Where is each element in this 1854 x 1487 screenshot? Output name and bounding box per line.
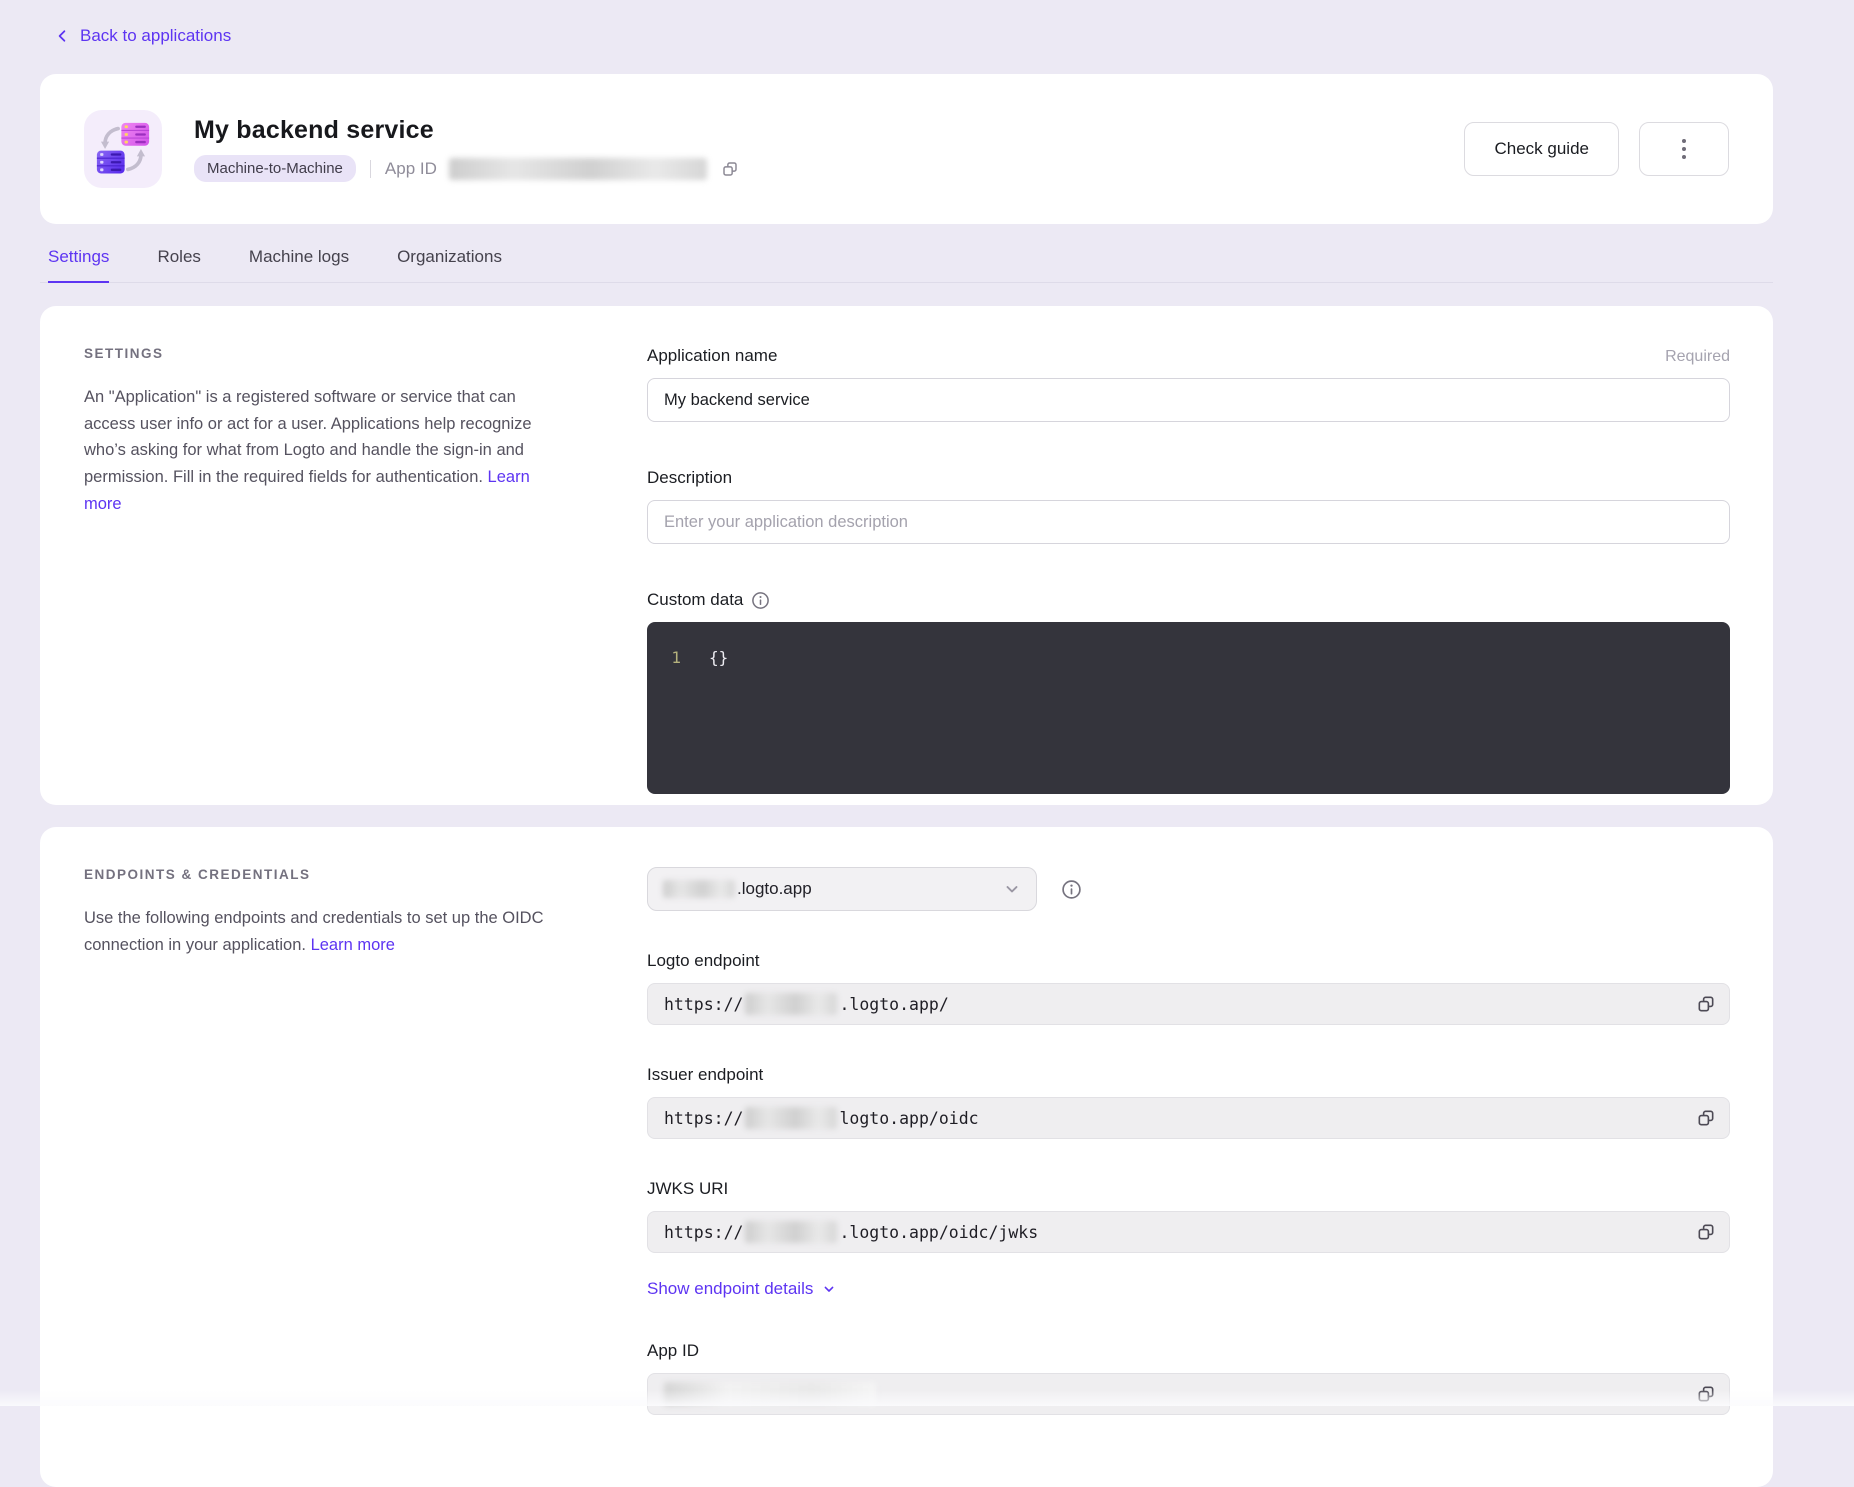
tab-organizations[interactable]: Organizations (397, 247, 502, 282)
issuer-endpoint-label: Issuer endpoint (647, 1065, 763, 1085)
settings-heading: SETTINGS (84, 346, 554, 361)
required-tag: Required (1665, 348, 1730, 366)
header-actions: Check guide (1464, 122, 1729, 176)
m2m-app-icon (84, 110, 162, 188)
description-input[interactable] (647, 500, 1730, 544)
issuer-endpoint-value: https:// logto.app/oidc (647, 1097, 1730, 1139)
chevron-down-icon (821, 1281, 837, 1297)
application-name-label: Application name (647, 346, 777, 366)
info-icon[interactable] (751, 591, 770, 610)
domain-suffix: .logto.app (737, 879, 812, 899)
endpoints-intro: ENDPOINTS & CREDENTIALS Use the followin… (84, 867, 554, 1487)
more-actions-button[interactable] (1639, 122, 1729, 176)
tab-settings[interactable]: Settings (48, 247, 109, 283)
app-header-text: My backend service Machine-to-Machine Ap… (194, 116, 739, 182)
endpoints-card: ENDPOINTS & CREDENTIALS Use the followin… (40, 827, 1773, 1487)
domain-select-row: .logto.app (647, 867, 1730, 911)
app-header-card: My backend service Machine-to-Machine Ap… (40, 74, 1773, 224)
tab-bar: Settings Roles Machine logs Organization… (40, 247, 1773, 283)
tab-roles[interactable]: Roles (157, 247, 200, 282)
domain-select[interactable]: .logto.app (647, 867, 1037, 911)
logto-endpoint-group: Logto endpoint https:// .logto.app/ (647, 951, 1730, 1025)
editor-code-line: {} (709, 648, 728, 794)
kebab-icon (1682, 139, 1686, 143)
back-to-applications-link[interactable]: Back to applications (54, 26, 231, 46)
logto-endpoint-value: https:// .logto.app/ (647, 983, 1730, 1025)
app-id-group: App ID (647, 1341, 1730, 1415)
endpoints-heading: ENDPOINTS & CREDENTIALS (84, 867, 554, 882)
jwks-uri-group: JWKS URI https:// .logto.app/oidc/jwks (647, 1179, 1730, 1253)
redacted-tenant-id (663, 880, 735, 898)
back-chevron-icon (54, 28, 70, 44)
custom-data-group: Custom data 1 {} (647, 590, 1730, 794)
show-endpoint-details-link[interactable]: Show endpoint details (647, 1279, 837, 1299)
copy-issuer-endpoint-button[interactable] (1694, 1106, 1718, 1130)
endpoints-description: Use the following endpoints and credenti… (84, 905, 554, 958)
issuer-endpoint-group: Issuer endpoint https:// logto.app/oidc (647, 1065, 1730, 1139)
page-title: My backend service (194, 116, 739, 145)
copy-logto-endpoint-button[interactable] (1694, 992, 1718, 1016)
copy-icon (721, 160, 739, 178)
application-name-group: Application name Required (647, 346, 1730, 422)
endpoints-learn-more-link[interactable]: Learn more (311, 936, 395, 954)
app-meta-row: Machine-to-Machine App ID (194, 155, 739, 182)
logto-endpoint-label: Logto endpoint (647, 951, 760, 971)
settings-intro: SETTINGS An "Application" is a registere… (84, 346, 554, 805)
description-group: Description (647, 468, 1730, 544)
app-id-value (647, 1373, 1730, 1415)
settings-card: SETTINGS An "Application" is a registere… (40, 306, 1773, 805)
copy-app-id-field-button[interactable] (1694, 1382, 1718, 1406)
custom-data-label: Custom data (647, 590, 743, 610)
jwks-uri-value: https:// .logto.app/oidc/jwks (647, 1211, 1730, 1253)
redacted-app-id-value (449, 158, 707, 180)
redacted-tenant-id (745, 1107, 837, 1129)
redacted-app-id-value (664, 1382, 876, 1406)
app-id-field-label: App ID (647, 1341, 699, 1361)
info-icon[interactable] (1061, 879, 1082, 900)
back-link-label: Back to applications (80, 26, 231, 46)
meta-divider (370, 160, 371, 178)
editor-line-number: 1 (647, 648, 681, 794)
endpoints-form: .logto.app Logto endpoint (647, 867, 1730, 1487)
custom-data-editor[interactable]: 1 {} (647, 622, 1730, 794)
app-id-label: App ID (385, 159, 437, 179)
jwks-uri-label: JWKS URI (647, 1179, 728, 1199)
description-label: Description (647, 468, 732, 488)
app-type-badge: Machine-to-Machine (194, 155, 356, 182)
redacted-tenant-id (745, 1221, 837, 1243)
chevron-down-icon (1002, 879, 1022, 899)
settings-form: Application name Required Description Cu… (647, 346, 1730, 805)
copy-jwks-uri-button[interactable] (1694, 1220, 1718, 1244)
copy-app-id-button[interactable] (721, 160, 739, 178)
check-guide-button[interactable]: Check guide (1464, 122, 1619, 176)
tab-machine-logs[interactable]: Machine logs (249, 247, 349, 282)
redacted-tenant-id (745, 993, 837, 1015)
settings-description: An "Application" is a registered softwar… (84, 384, 554, 518)
application-name-input[interactable] (647, 378, 1730, 422)
